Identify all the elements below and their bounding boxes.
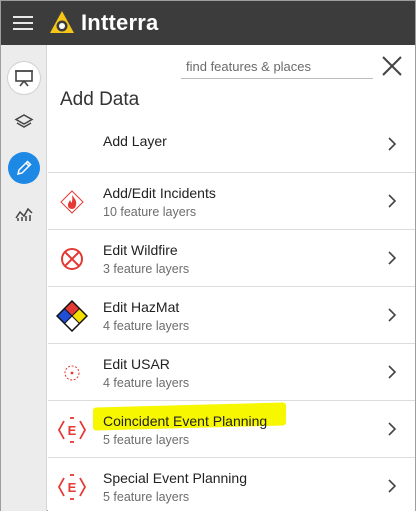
list-item-label: Special Event Planning [103, 470, 247, 486]
chevron-right-icon [388, 251, 397, 265]
fire-icon [60, 190, 84, 214]
wildfire-no-icon [61, 248, 83, 270]
list-item-sublabel: 4 feature layers [103, 376, 190, 390]
event-e-icon: E [57, 474, 87, 500]
list-item-label: Coincident Event Planning [103, 413, 268, 429]
intterra-logo-icon [50, 11, 74, 33]
list-item-sublabel: 5 feature layers [103, 490, 190, 504]
panel-title: Add Data [60, 89, 140, 110]
chevron-right-icon [388, 194, 397, 208]
list-item-edit-hazmat[interactable]: Edit HazMat 4 feature layers [48, 287, 415, 344]
list-item-add-layer[interactable]: Add Layer [48, 116, 415, 173]
chevron-right-icon [388, 365, 397, 379]
list-item-sublabel: 3 feature layers [103, 262, 190, 276]
presentation-button[interactable] [8, 62, 40, 94]
chevron-right-icon [388, 422, 397, 436]
list-item-special-event-planning[interactable]: E Special Event Planning 5 feature layer… [48, 458, 415, 511]
data-list: Add Layer Add/Edit Incidents 10 feature … [48, 116, 415, 511]
list-item-label: Edit HazMat [103, 299, 180, 315]
svg-text:E: E [68, 480, 77, 495]
event-e-icon: E [57, 417, 87, 443]
close-icon[interactable] [380, 54, 404, 78]
list-item-sublabel: 5 feature layers [103, 433, 190, 447]
chevron-right-icon [388, 479, 397, 493]
presentation-icon [15, 70, 33, 87]
hamburger-icon[interactable] [13, 13, 37, 33]
list-item-label: Add Layer [103, 133, 167, 149]
layers-button[interactable] [8, 106, 40, 138]
add-data-panel: Add Data Add Layer Add/Edit Incidents 10… [48, 45, 415, 511]
hazmat-diamond-icon [56, 300, 88, 332]
svg-text:E: E [68, 423, 77, 438]
list-item-coincident-event-planning[interactable]: E Coincident Event Planning 5 feature la… [48, 401, 415, 458]
left-toolbar [1, 45, 47, 511]
top-bar: Intterra [1, 1, 415, 45]
list-item-label: Edit USAR [103, 356, 170, 372]
edit-data-button[interactable] [8, 152, 40, 184]
chevron-right-icon [388, 137, 397, 151]
analytics-button[interactable] [8, 198, 40, 230]
list-item-label: Edit Wildfire [103, 242, 178, 258]
layers-icon [14, 114, 34, 128]
chevron-right-icon [388, 308, 397, 322]
list-item-label: Add/Edit Incidents [103, 185, 216, 201]
brand-name[interactable]: Intterra [81, 9, 158, 37]
list-item-edit-wildfire[interactable]: Edit Wildfire 3 feature layers [48, 230, 415, 287]
list-item-add-edit-incidents[interactable]: Add/Edit Incidents 10 feature layers [48, 173, 415, 230]
analytics-icon [15, 207, 33, 221]
list-item-sublabel: 10 feature layers [103, 205, 197, 219]
list-item-edit-usar[interactable]: Edit USAR 4 feature layers [48, 344, 415, 401]
search-input[interactable] [181, 55, 373, 79]
list-item-sublabel: 4 feature layers [103, 319, 190, 333]
pencil-icon [16, 160, 32, 176]
usar-icon [64, 365, 80, 381]
